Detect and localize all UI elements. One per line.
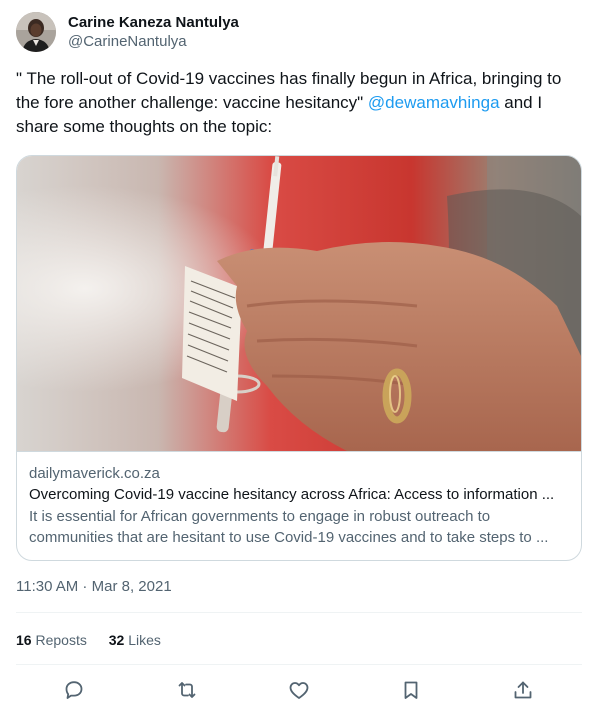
avatar[interactable]	[16, 12, 56, 52]
tweet-header: Carine Kaneza Nantulya @CarineNantulya	[16, 12, 582, 52]
repost-icon	[178, 682, 196, 698]
tweet-timestamp: 11:30 AM · Mar 8, 2021	[16, 577, 172, 597]
reply-icon	[65, 681, 83, 699]
share-button[interactable]	[511, 678, 535, 702]
reply-button[interactable]	[62, 678, 86, 702]
link-preview-card[interactable]: dailymaverick.co.za Overcoming Covid-19 …	[16, 155, 582, 561]
share-icon	[514, 681, 532, 699]
tweet-date[interactable]: Mar 8, 2021	[92, 578, 172, 595]
author-handle[interactable]: @CarineNantulya	[68, 32, 239, 51]
tweet: Carine Kaneza Nantulya @CarineNantulya "…	[16, 0, 582, 713]
like-icon	[289, 682, 309, 699]
card-description: It is essential for African governments …	[29, 508, 549, 546]
card-domain: dailymaverick.co.za	[29, 465, 160, 482]
divider	[16, 664, 582, 665]
mention-link[interactable]: @dewamavhinga	[368, 93, 500, 112]
likes-label: Likes	[128, 632, 161, 648]
repost-button[interactable]	[175, 678, 199, 702]
reposts-count: 16	[16, 632, 32, 648]
timestamp-separator: ·	[78, 578, 92, 595]
card-title: Overcoming Covid-19 vaccine hesitancy ac…	[29, 486, 555, 503]
likes-stat[interactable]: 32 Likes	[109, 630, 161, 650]
likes-count: 32	[108, 632, 125, 648]
card-image	[17, 156, 581, 451]
card-body: dailymaverick.co.za Overcoming Covid-19 …	[17, 451, 581, 560]
action-bar	[16, 678, 582, 702]
divider	[16, 612, 582, 613]
reposts-stat[interactable]: 16 Reposts	[16, 630, 87, 650]
author-name[interactable]: Carine Kaneza Nantulya	[68, 13, 239, 32]
tweet-text: " The roll-out of Covid-19 vaccines has …	[16, 67, 582, 139]
tweet-stats: 16 Reposts 32 Likes	[16, 630, 179, 650]
reposts-label: Reposts	[35, 632, 87, 648]
bookmark-icon	[404, 681, 418, 699]
tweet-time[interactable]: 11:30 AM	[16, 578, 78, 595]
bookmark-button[interactable]	[399, 678, 423, 702]
author-info: Carine Kaneza Nantulya @CarineNantulya	[68, 13, 239, 51]
like-button[interactable]	[287, 678, 311, 702]
